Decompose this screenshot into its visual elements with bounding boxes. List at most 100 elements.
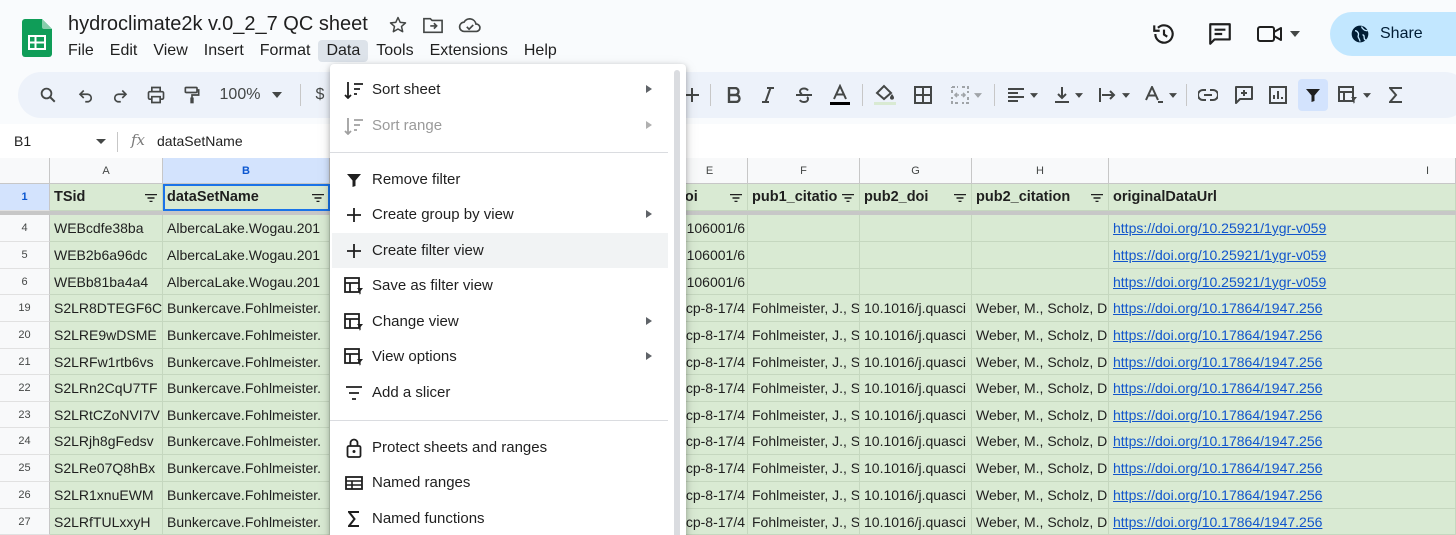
horizontal-align-button[interactable]	[1002, 72, 1042, 118]
header-cell-b[interactable]: dataSetName	[163, 184, 330, 211]
column-filter-icon[interactable]	[1091, 194, 1103, 202]
filter-views-button[interactable]	[1334, 72, 1374, 118]
data-cell[interactable]	[972, 215, 1109, 242]
star-icon[interactable]	[388, 15, 408, 35]
column-filter-icon[interactable]	[145, 194, 157, 202]
functions-button[interactable]	[1382, 72, 1410, 118]
menu-view[interactable]: View	[145, 40, 195, 62]
menu-item-named-ranges[interactable]: Named ranges	[332, 465, 668, 500]
data-cell[interactable]: Fohlmeister, J., S	[748, 509, 860, 535]
data-cell[interactable]: WEBb81ba4a4	[50, 269, 163, 295]
data-cell[interactable]: Fohlmeister, J., S	[748, 322, 860, 349]
menu-scrollbar[interactable]	[674, 70, 680, 535]
column-filter-icon[interactable]	[954, 194, 966, 202]
data-cell[interactable]: Fohlmeister, J., S	[748, 349, 860, 375]
insert-link-button[interactable]	[1194, 72, 1222, 118]
menu-edit[interactable]: Edit	[102, 40, 146, 62]
row-header-4[interactable]: 4	[0, 215, 50, 242]
column-header-i[interactable]: I	[1109, 158, 1456, 184]
currency-format-button[interactable]: $	[312, 72, 328, 118]
data-cell[interactable]: Fohlmeister, J., S	[748, 428, 860, 455]
data-cell[interactable]: S2LR1xnuEWM	[50, 482, 163, 509]
data-url-link[interactable]: https://doi.org/10.17864/1947.256	[1109, 455, 1456, 482]
data-cell[interactable]: Fohlmeister, J., S	[748, 375, 860, 402]
column-header-b[interactable]: B	[163, 158, 330, 184]
data-cell[interactable]: Bunkercave.Fohlmeister.	[163, 509, 330, 535]
document-title[interactable]: hydroclimate2k v.0_2_7 QC sheet	[68, 13, 368, 36]
menu-item-view-options[interactable]: View options	[332, 339, 668, 374]
menu-item-change-view[interactable]: Change view	[332, 304, 668, 339]
menu-item-sort-sheet[interactable]: Sort sheet	[332, 72, 668, 107]
filter-button[interactable]	[1298, 79, 1328, 111]
formula-input[interactable]: dataSetName	[157, 133, 243, 149]
data-cell[interactable]	[972, 269, 1109, 295]
menu-item-save-as-filter-view[interactable]: Save as filter view	[332, 268, 668, 303]
menu-item-remove-filter[interactable]: Remove filter	[332, 162, 668, 197]
header-cell-i[interactable]: originalDataUrl	[1109, 184, 1456, 211]
select-all-corner[interactable]	[0, 158, 50, 184]
data-cell[interactable]: Bunkercave.Fohlmeister.	[163, 375, 330, 402]
search-menus-button[interactable]	[34, 72, 62, 118]
data-url-link[interactable]: https://doi.org/10.17864/1947.256	[1109, 428, 1456, 455]
data-cell[interactable]	[860, 215, 972, 242]
row-header-27[interactable]: 27	[0, 509, 50, 535]
menu-item-add-a-slicer[interactable]: Add a slicer	[332, 375, 668, 410]
data-cell[interactable]: Weber, M., Scholz, D	[972, 482, 1109, 509]
row-header-23[interactable]: 23	[0, 402, 50, 428]
data-cell[interactable]: Weber, M., Scholz, D	[972, 295, 1109, 322]
data-cell[interactable]: S2LRFw1rtb6vs	[50, 349, 163, 375]
data-cell[interactable]: S2LRtCZoNVI7V	[50, 402, 163, 428]
menu-item-create-filter-view[interactable]: Create filter view	[332, 233, 668, 268]
data-url-link[interactable]: https://doi.org/10.25921/1ygr-v059	[1109, 215, 1456, 242]
data-url-link[interactable]: https://doi.org/10.17864/1947.256	[1109, 482, 1456, 509]
data-cell[interactable]: Bunkercave.Fohlmeister.	[163, 322, 330, 349]
data-cell[interactable]: S2LRe07Q8hBx	[50, 455, 163, 482]
row-header-1[interactable]: 1	[0, 184, 50, 211]
data-cell[interactable]: 10.1016/j.quasci	[860, 295, 972, 322]
column-filter-icon[interactable]	[730, 194, 742, 202]
menu-item-protect-sheets-and-ranges[interactable]: Protect sheets and ranges	[332, 430, 668, 465]
data-cell[interactable]	[972, 242, 1109, 269]
data-cell[interactable]: Fohlmeister, J., S	[748, 455, 860, 482]
data-cell[interactable]: S2LRjh8gFedsv	[50, 428, 163, 455]
data-url-link[interactable]: https://doi.org/10.17864/1947.256	[1109, 402, 1456, 428]
cloud-saved-icon[interactable]	[458, 15, 482, 35]
data-cell[interactable]: 10.1016/j.quasci	[860, 322, 972, 349]
menu-file[interactable]: File	[60, 40, 102, 62]
row-header-21[interactable]: 21	[0, 349, 50, 375]
row-header-5[interactable]: 5	[0, 242, 50, 269]
menu-extensions[interactable]: Extensions	[422, 40, 516, 62]
data-cell[interactable]: Bunkercave.Fohlmeister.	[163, 455, 330, 482]
meet-button[interactable]	[1256, 23, 1300, 45]
row-header-20[interactable]: 20	[0, 322, 50, 349]
data-url-link[interactable]: https://doi.org/10.17864/1947.256	[1109, 375, 1456, 402]
column-header-a[interactable]: A	[50, 158, 163, 184]
move-folder-icon[interactable]	[422, 15, 444, 35]
strikethrough-button[interactable]	[790, 72, 818, 118]
fill-color-button[interactable]	[870, 72, 900, 118]
italic-button[interactable]	[754, 72, 782, 118]
data-cell[interactable]: 10.1016/j.quasci	[860, 455, 972, 482]
row-header-24[interactable]: 24	[0, 428, 50, 455]
paint-format-button[interactable]	[178, 72, 206, 118]
data-url-link[interactable]: https://doi.org/10.17864/1947.256	[1109, 322, 1456, 349]
data-cell[interactable]: AlbercaLake.Wogau.201	[163, 242, 330, 269]
comments-button[interactable]	[1200, 14, 1240, 54]
data-cell[interactable]: S2LR8DTEGF6C	[50, 295, 163, 322]
data-cell[interactable]: Fohlmeister, J., S	[748, 295, 860, 322]
data-cell[interactable]: Bunkercave.Fohlmeister.	[163, 402, 330, 428]
row-header-26[interactable]: 26	[0, 482, 50, 509]
column-filter-icon[interactable]	[312, 194, 324, 202]
data-cell[interactable]: Bunkercave.Fohlmeister.	[163, 482, 330, 509]
spreadsheet-grid[interactable]: A B E F G H I 1 4 5 6 19 20 21 22 23 24 25 26 27 TSid dataSet…	[0, 158, 1456, 535]
data-cell[interactable]: 10.1016/j.quasci	[860, 428, 972, 455]
data-cell[interactable]: Fohlmeister, J., S	[748, 402, 860, 428]
data-cell[interactable]: Weber, M., Scholz, D	[972, 509, 1109, 535]
header-cell-h[interactable]: pub2_citation	[972, 184, 1109, 211]
row-header-25[interactable]: 25	[0, 455, 50, 482]
data-url-link[interactable]: https://doi.org/10.17864/1947.256	[1109, 295, 1456, 322]
data-cell[interactable]: S2LRn2CqU7TF	[50, 375, 163, 402]
text-rotation-button[interactable]	[1140, 72, 1180, 118]
data-cell[interactable]: AlbercaLake.Wogau.201	[163, 269, 330, 295]
text-wrapping-button[interactable]	[1094, 72, 1134, 118]
